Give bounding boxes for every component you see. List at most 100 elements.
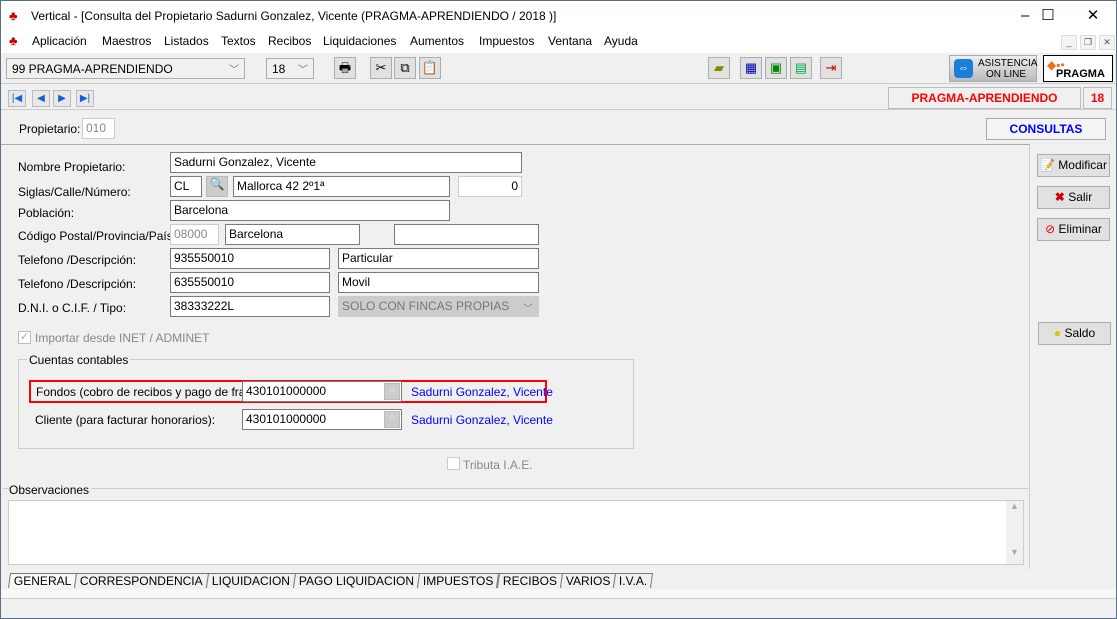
import-checkbox[interactable]: ✓ [18, 331, 31, 344]
x-icon: ✖ [1054, 190, 1065, 204]
scroll-down-icon[interactable]: ▼ [1006, 547, 1023, 557]
street-field[interactable]: Mallorca 42 2º1ª [233, 176, 450, 197]
observations-scrollbar[interactable]: ▲ ▼ [1006, 501, 1023, 564]
menu-liquidaciones[interactable]: Liquidaciones [323, 34, 396, 48]
iae-label: Tributa I.A.E. [463, 458, 533, 472]
name-label: Nombre Propietario: [18, 160, 126, 174]
search-icon[interactable]: 🔍 [206, 176, 228, 197]
delete-button[interactable]: ⊘ Eliminar [1037, 218, 1110, 241]
owner-code-field[interactable]: 010 [82, 118, 115, 139]
paste-button[interactable]: 📋 [419, 57, 441, 79]
pragma-logo: ◆▪• PRAGMA [1043, 55, 1113, 82]
tab-impuestos[interactable]: IMPUESTOS [417, 573, 500, 588]
fondos-label: Fondos (cobro de recibos y pago de fras.… [36, 385, 263, 399]
phone2-field[interactable]: 635550010 [170, 272, 330, 293]
printer-button[interactable]: 🖶 [334, 57, 356, 79]
tab-general[interactable]: GENERAL [7, 573, 78, 588]
fondos-account-name: Sadurni Gonzalez, Vicente [411, 385, 553, 399]
menu-recibos[interactable]: Recibos [268, 34, 311, 48]
phone1-desc-field[interactable]: Particular [338, 248, 539, 269]
phone2-label: Telefono /Descripción: [18, 277, 137, 291]
tab-label: LIQUIDACION [211, 574, 290, 588]
chevron-down-icon: ﹀ [523, 304, 533, 315]
siglas-field[interactable]: CL [170, 176, 202, 197]
year-select[interactable]: 18 ﹀ [266, 58, 314, 79]
tab-recibos[interactable]: RECIBOS [496, 573, 563, 588]
exit-door-button[interactable]: ⇥ [820, 57, 842, 79]
year-value: 18 [272, 62, 286, 76]
fondos-field[interactable]: 430101000000 [242, 381, 402, 402]
menu-aumentos[interactable]: Aumentos [410, 34, 464, 48]
mdi-restore-button[interactable]: ❐ [1080, 35, 1096, 50]
tab-varios[interactable]: VARIOS [559, 573, 617, 588]
menu-ventana[interactable]: Ventana [548, 34, 592, 48]
tab-correspondencia[interactable]: CORRESPONDENCIA [74, 573, 210, 588]
next-record-button[interactable]: ▶ [53, 90, 71, 107]
cliente-field[interactable]: 430101000000 [242, 409, 402, 430]
status-company: PRAGMA-APRENDIENDO [888, 87, 1081, 109]
assist-line2: ON LINE [985, 69, 1026, 80]
iae-checkbox[interactable] [447, 457, 460, 470]
close-button[interactable]: ✕ [1070, 1, 1116, 31]
menu-impuestos[interactable]: Impuestos [479, 34, 534, 48]
title-bar: ♣ Vertical - [Consulta del Propietario S… [1, 1, 1116, 31]
modify-button[interactable]: 📝 Modificar [1037, 154, 1110, 177]
open-folder-button[interactable]: ▰ [708, 57, 730, 79]
mdi-close-button[interactable]: ✕ [1099, 35, 1115, 50]
lookup-icon[interactable]: ○ [384, 411, 400, 428]
exit-button[interactable]: ✖ Salir [1037, 186, 1110, 209]
balance-button[interactable]: ● Saldo [1038, 322, 1111, 345]
pragma-logo-text: PRAGMA [1056, 68, 1105, 80]
scroll-up-icon[interactable]: ▲ [1006, 501, 1023, 511]
coins-icon: ● [1053, 326, 1062, 340]
maximize-button[interactable]: ☐ [1025, 1, 1071, 31]
mdi-minimize-button[interactable]: _ [1061, 35, 1077, 50]
first-record-button[interactable]: |◀ [8, 90, 26, 107]
phone2-desc-field[interactable]: Movil [338, 272, 539, 293]
exit-label: Salir [1068, 190, 1093, 204]
last-record-button[interactable]: ▶| [76, 90, 94, 107]
grid-view-button[interactable]: ▦ [740, 57, 762, 79]
screen-view-button[interactable]: ▤ [790, 57, 812, 79]
menu-maestros[interactable]: Maestros [102, 34, 151, 48]
postal-field[interactable]: 08000 [170, 224, 219, 245]
previous-record-button[interactable]: ◀ [32, 90, 50, 107]
tab-pago-liquidacion[interactable]: PAGO LIQUIDACION [293, 573, 421, 588]
menu-ayuda[interactable]: Ayuda [604, 34, 638, 48]
balance-label: Saldo [1064, 326, 1096, 340]
street-label: Siglas/Calle/Número: [18, 185, 131, 199]
accounts-title: Cuentas contables [27, 353, 131, 367]
chevron-down-icon: ﹀ [298, 65, 308, 76]
name-field[interactable]: Sadurni Gonzalez, Vicente [170, 152, 522, 173]
assist-line1: ASISTENCIA [978, 58, 1038, 69]
dni-field[interactable]: 38333222L [170, 296, 330, 317]
tab-strip-bottom [1, 589, 1116, 599]
menu-aplicacion[interactable]: Aplicación [32, 34, 87, 48]
delete-label: Eliminar [1058, 222, 1102, 236]
copy-button[interactable]: ⧉ [394, 57, 416, 79]
accounts-group [18, 359, 634, 449]
menu-textos[interactable]: Textos [221, 34, 256, 48]
company-value: 99 PRAGMA-APRENDIENDO [12, 62, 173, 76]
company-select[interactable]: 99 PRAGMA-APRENDIENDO ﹀ [6, 58, 245, 79]
owner-label: Propietario: [19, 122, 81, 136]
tab-liquidacion[interactable]: LIQUIDACION [205, 573, 297, 588]
menu-listados[interactable]: Listados [164, 34, 209, 48]
observations-textarea[interactable] [8, 500, 1024, 565]
city-field[interactable]: Barcelona [170, 200, 450, 221]
edit-icon: 📝 [1040, 158, 1055, 172]
phone1-field[interactable]: 935550010 [170, 248, 330, 269]
tipo-select[interactable]: SOLO CON FINCAS PROPIAS ﹀ [338, 296, 539, 317]
windows-view-button[interactable]: ▣ [765, 57, 787, 79]
tipo-value: SOLO CON FINCAS PROPIAS [342, 299, 510, 313]
country-field[interactable] [394, 224, 539, 245]
province-field[interactable]: Barcelona [225, 224, 360, 245]
tab-label: IMPUESTOS [423, 574, 494, 588]
remote-assistance-button[interactable]: ⇔ ASISTENCIA ON LINE [949, 55, 1037, 82]
tab-label: RECIBOS [502, 574, 557, 588]
tab-iva[interactable]: I.V.A. [613, 573, 654, 588]
cut-button[interactable]: ✂ [370, 57, 392, 79]
number-field[interactable]: 0 [458, 176, 522, 197]
lookup-icon[interactable]: ○ [384, 383, 400, 400]
tab-label: GENERAL [13, 574, 72, 588]
